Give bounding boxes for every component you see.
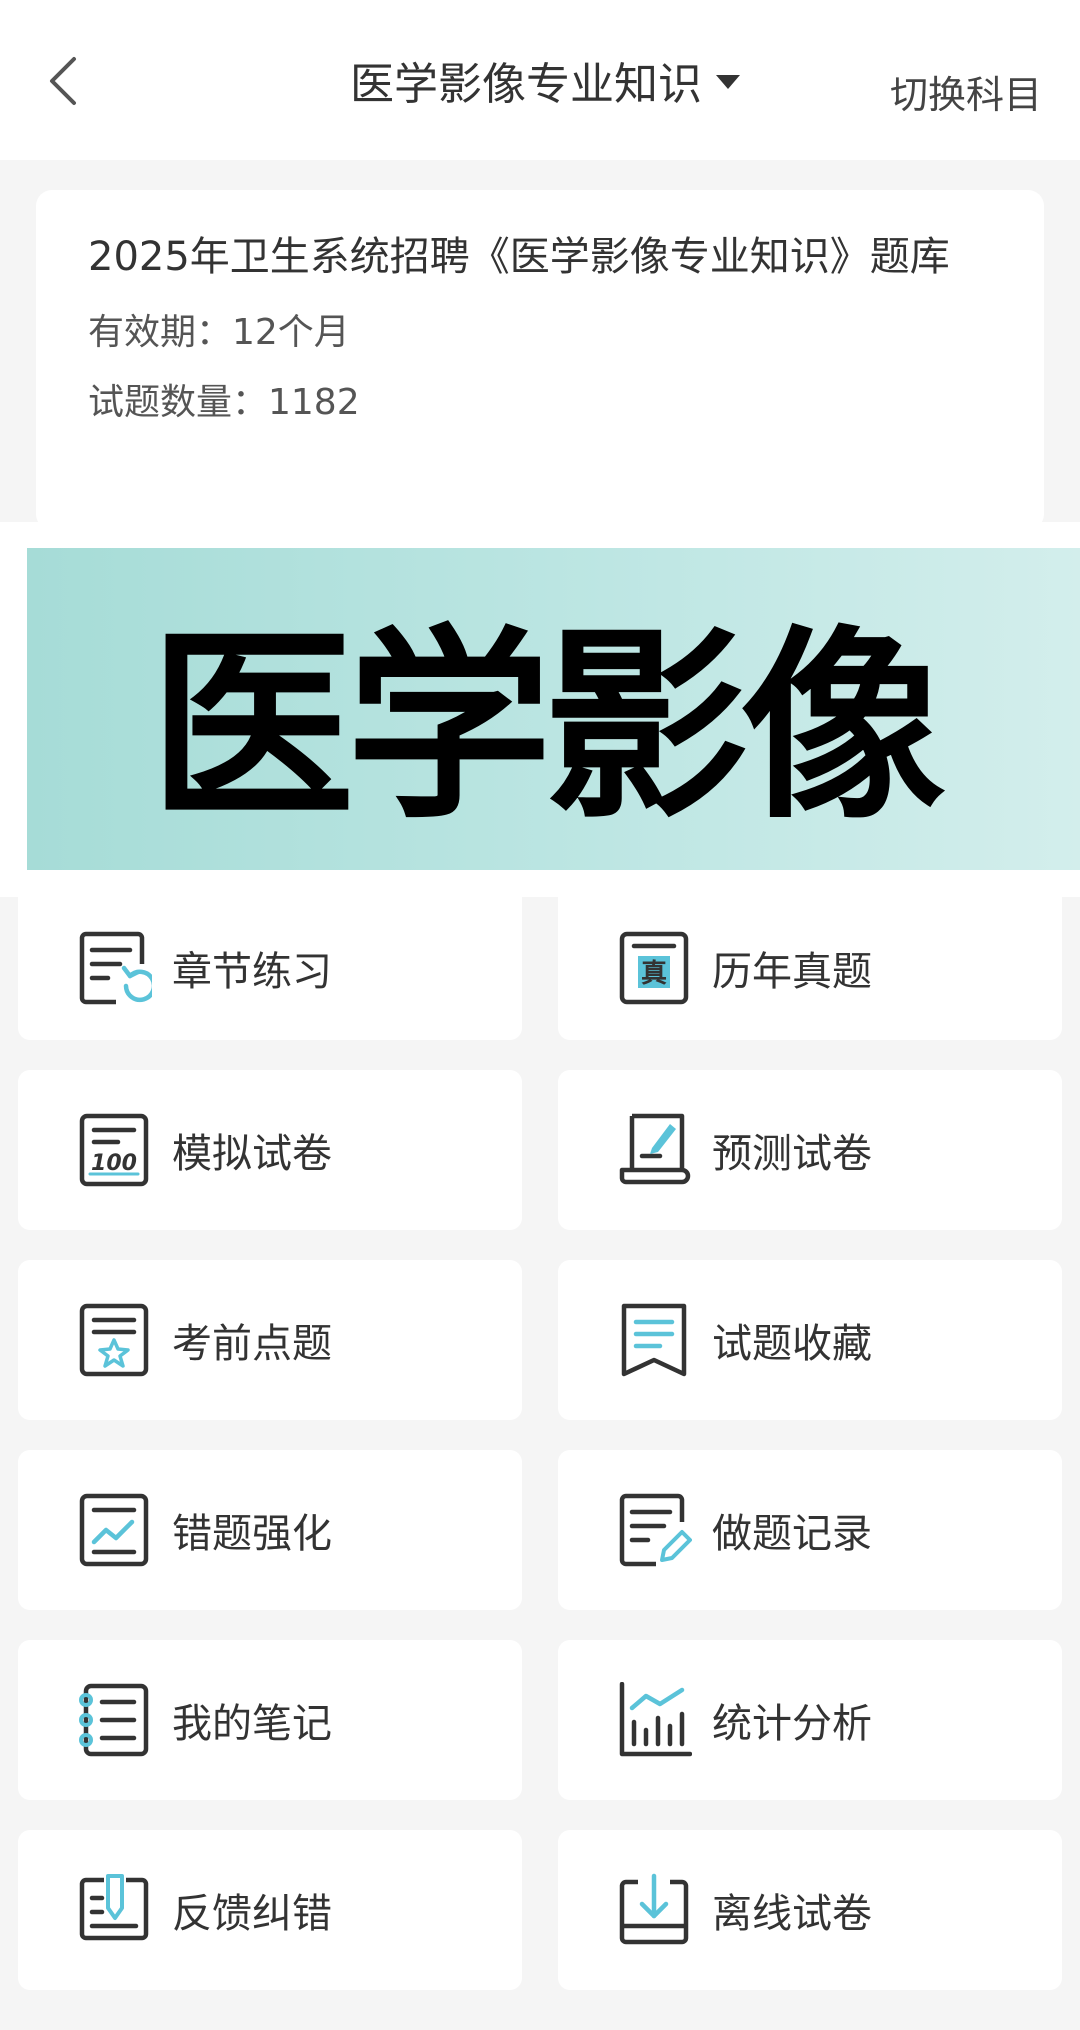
notes-icon bbox=[79, 1683, 149, 1757]
offline-exam-icon bbox=[619, 1873, 689, 1945]
menu-label: 模拟试卷 bbox=[172, 1131, 332, 1177]
menu-label: 统计分析 bbox=[712, 1701, 872, 1747]
menu-feedback[interactable]: 反馈纠错 bbox=[18, 1830, 522, 1990]
chapter-practice-icon bbox=[79, 931, 152, 1004]
practice-record-icon bbox=[619, 1493, 692, 1567]
favorites-icon bbox=[621, 1303, 687, 1377]
menu-label: 试题收藏 bbox=[712, 1321, 872, 1367]
menu-label: 错题强化 bbox=[172, 1511, 332, 1557]
menu-statistics[interactable]: 统计分析 bbox=[558, 1640, 1062, 1800]
menu-chapter-practice[interactable]: 章节练习 bbox=[18, 895, 522, 1040]
question-count: 试题数量：1182 bbox=[88, 382, 360, 423]
question-bank-info-card: 2025年卫生系统招聘《医学影像专业知识》题库 有效期：12个月 试题数量：11… bbox=[36, 190, 1044, 530]
menu-mock-exam[interactable]: 100 模拟试卷 bbox=[18, 1070, 522, 1230]
statistics-icon bbox=[619, 1682, 692, 1757]
menu-prediction-exam[interactable]: 预测试卷 bbox=[558, 1070, 1062, 1230]
validity-period: 有效期：12个月 bbox=[88, 312, 350, 353]
menu-label: 我的笔记 bbox=[172, 1701, 332, 1747]
feature-grid: 章节练习 真 历年真题 100 模拟试卷 预测试卷 考前点题 试题收藏 错题强化… bbox=[18, 895, 1062, 1990]
svg-text:真: 真 bbox=[641, 959, 667, 989]
prediction-exam-icon bbox=[619, 1113, 691, 1185]
wrong-questions-icon bbox=[79, 1493, 149, 1567]
chevron-left-icon bbox=[50, 57, 76, 105]
back-button[interactable] bbox=[40, 55, 92, 107]
subject-dropdown[interactable]: 医学影像专业知识 bbox=[350, 48, 740, 112]
menu-wrong-questions[interactable]: 错题强化 bbox=[18, 1450, 522, 1610]
page-title: 医学影像专业知识 bbox=[350, 59, 702, 110]
menu-pre-exam-tips[interactable]: 考前点题 bbox=[18, 1260, 522, 1420]
subject-banner: 医学影像 bbox=[27, 548, 1080, 870]
past-exams-icon: 真 bbox=[619, 931, 689, 1004]
menu-label: 章节练习 bbox=[172, 948, 332, 995]
banner-text: 医学影像 bbox=[149, 608, 946, 847]
menu-practice-record[interactable]: 做题记录 bbox=[558, 1450, 1062, 1610]
caret-down-icon bbox=[716, 75, 740, 89]
top-bar: 医学影像专业知识 切换科目 bbox=[0, 0, 1080, 160]
svg-text:100: 100 bbox=[91, 1151, 137, 1176]
mock-exam-icon: 100 bbox=[79, 1113, 149, 1187]
menu-label: 反馈纠错 bbox=[172, 1891, 332, 1937]
menu-label: 历年真题 bbox=[712, 948, 872, 995]
menu-label: 做题记录 bbox=[712, 1511, 872, 1557]
menu-past-exams[interactable]: 真 历年真题 bbox=[558, 895, 1062, 1040]
switch-subject-button[interactable]: 切换科目 bbox=[890, 64, 1042, 119]
menu-notes[interactable]: 我的笔记 bbox=[18, 1640, 522, 1800]
question-bank-title: 2025年卫生系统招聘《医学影像专业知识》题库 bbox=[88, 234, 950, 280]
menu-favorites[interactable]: 试题收藏 bbox=[558, 1260, 1062, 1420]
menu-label: 离线试卷 bbox=[712, 1891, 872, 1937]
menu-label: 考前点题 bbox=[172, 1321, 332, 1367]
feedback-icon bbox=[79, 1874, 149, 1941]
pre-exam-tips-icon bbox=[79, 1303, 149, 1377]
menu-label: 预测试卷 bbox=[712, 1131, 872, 1177]
menu-offline-exam[interactable]: 离线试卷 bbox=[558, 1830, 1062, 1990]
